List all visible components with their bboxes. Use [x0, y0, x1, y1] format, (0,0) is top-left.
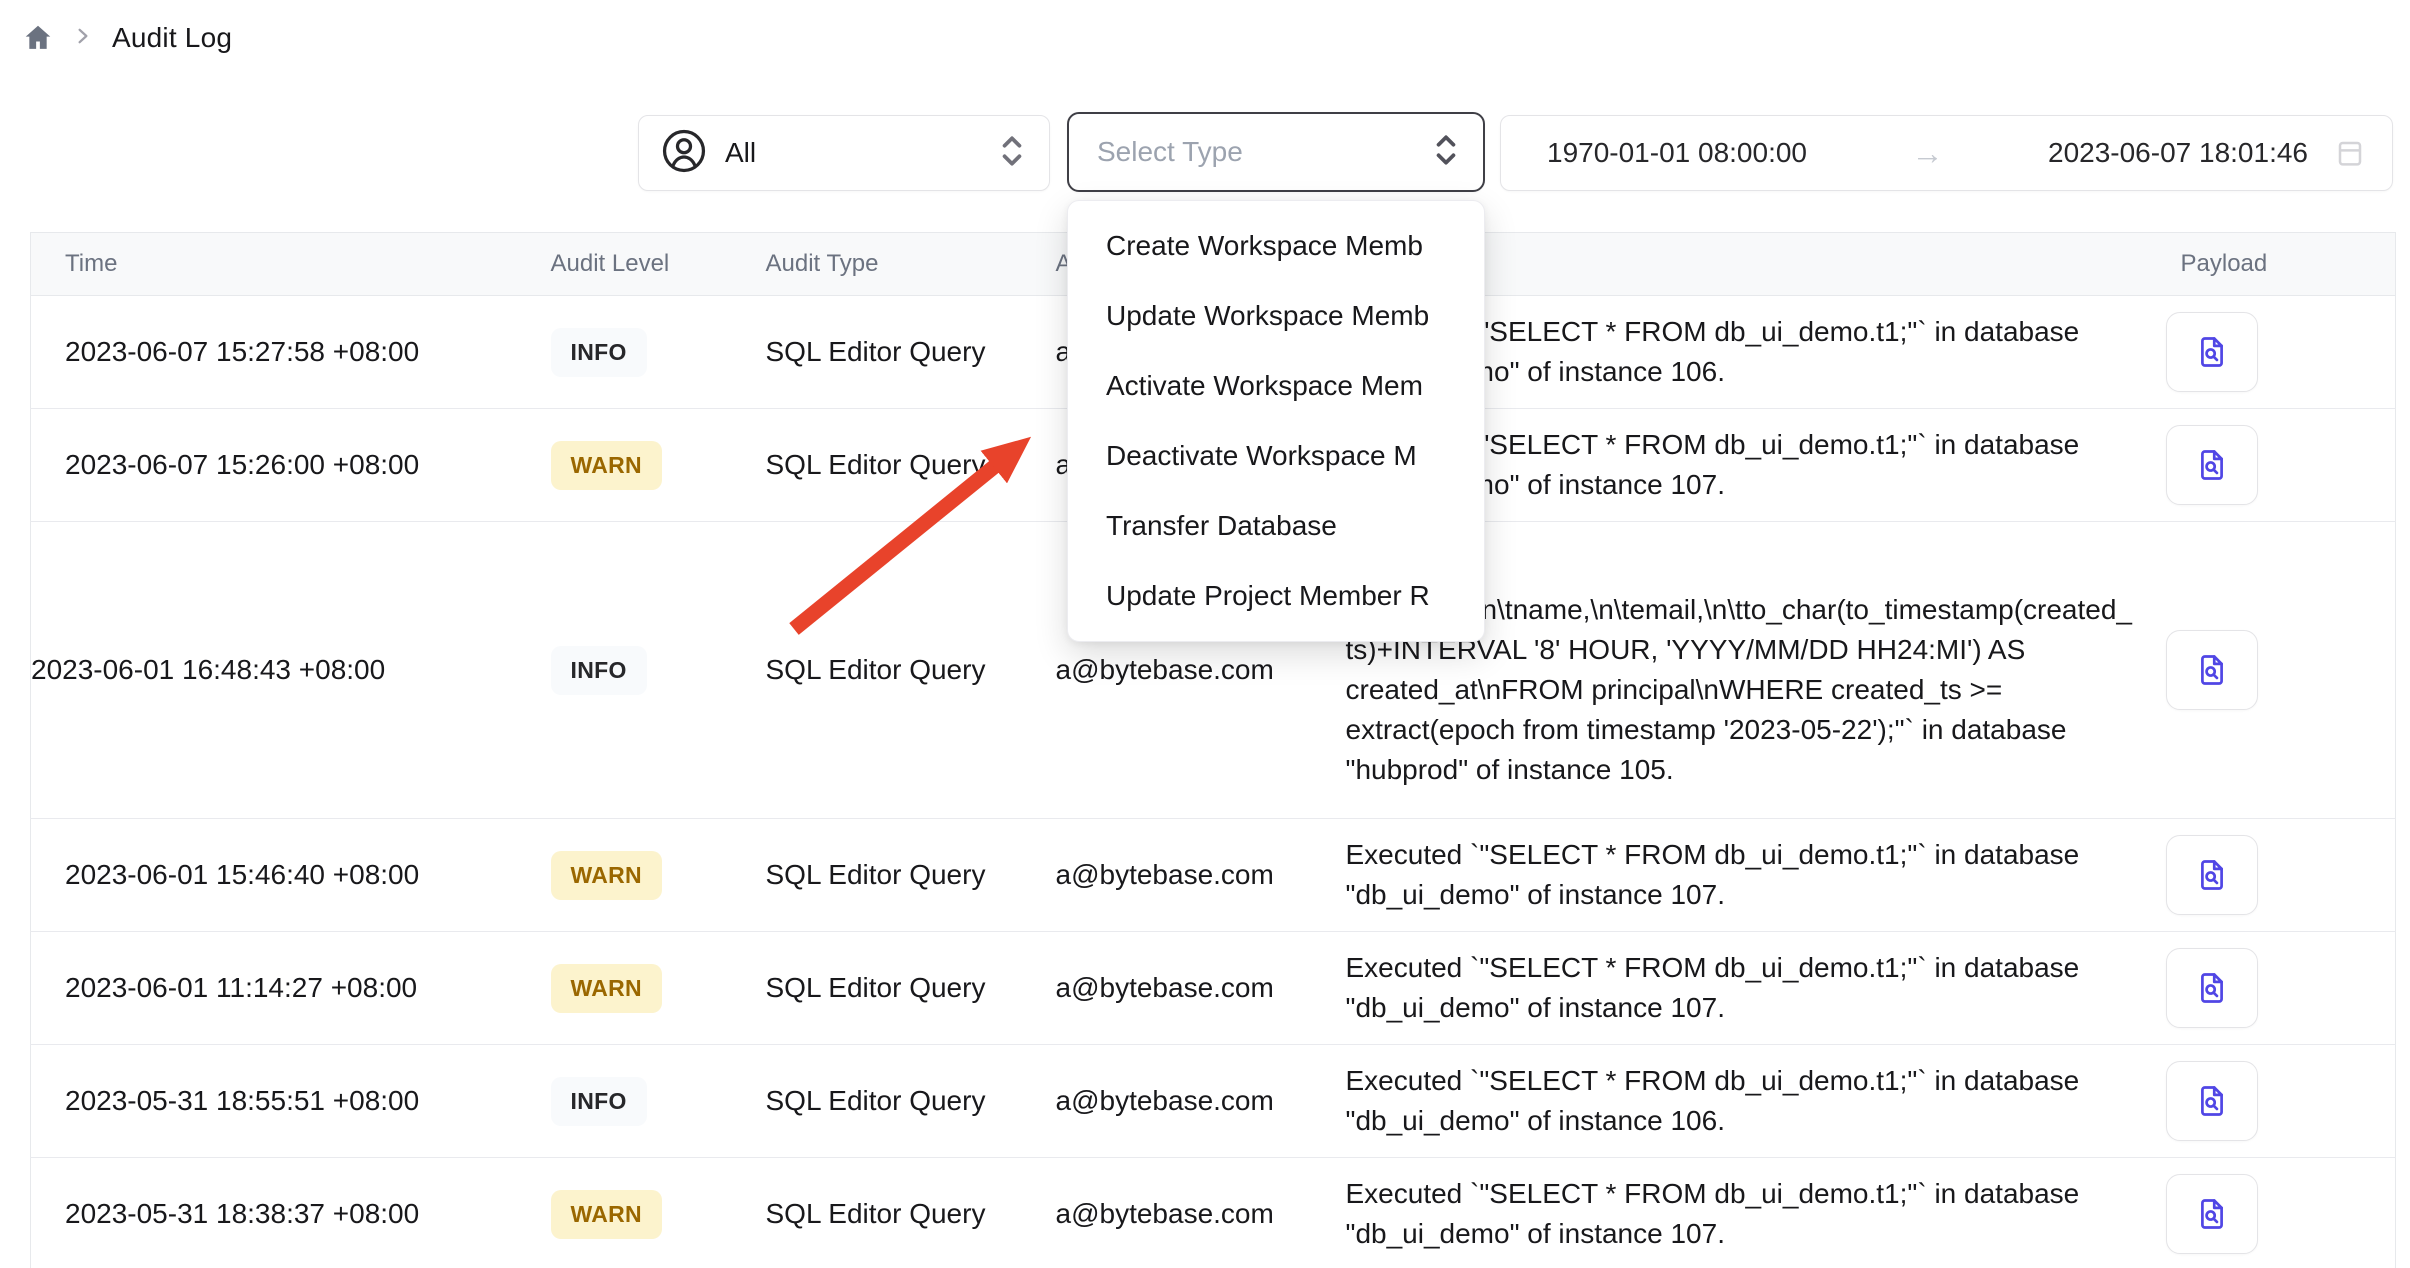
- column-header-payload: Payload: [2136, 233, 2396, 296]
- cell-audit-type: SQL Editor Query: [766, 522, 1056, 819]
- file-search-icon: [2194, 1081, 2230, 1121]
- cell-time: 2023-06-01 16:48:43 +08:00: [31, 522, 551, 819]
- audit-log-page: Audit Log All Select Type 1970-01-01 08:…: [0, 0, 2410, 1268]
- cell-time: 2023-06-07 15:26:00 +08:00: [31, 409, 551, 522]
- cell-actor: a@bytebase.com: [1056, 819, 1346, 932]
- calendar-icon[interactable]: [2334, 136, 2366, 170]
- status-badge: WARN: [551, 851, 662, 900]
- cell-time: 2023-06-01 11:14:27 +08:00: [31, 932, 551, 1045]
- cell-time: 2023-05-31 18:38:37 +08:00: [31, 1158, 551, 1268]
- cell-audit-type: SQL Editor Query: [766, 296, 1056, 409]
- status-badge: WARN: [551, 1190, 662, 1239]
- page-title: Audit Log: [112, 22, 232, 54]
- type-dropdown-menu: Create Workspace Memb Update Workspace M…: [1067, 200, 1485, 642]
- table-row: 2023-05-31 18:55:51 +08:00 INFO SQL Edit…: [31, 1045, 2396, 1158]
- view-payload-button[interactable]: [2166, 1061, 2258, 1141]
- cell-time: 2023-05-31 18:55:51 +08:00: [31, 1045, 551, 1158]
- view-payload-button[interactable]: [2166, 1174, 2258, 1254]
- menu-item-transfer-database[interactable]: Transfer Database: [1068, 491, 1484, 561]
- file-search-icon: [2194, 855, 2230, 895]
- menu-item-activate-workspace-member[interactable]: Activate Workspace Mem: [1068, 351, 1484, 421]
- arrow-right-icon: →: [1853, 135, 2002, 172]
- type-filter-placeholder: Select Type: [1097, 136, 1433, 168]
- chevron-updown-icon: [1433, 132, 1459, 173]
- status-badge: INFO: [551, 1077, 647, 1126]
- column-header-audit-type: Audit Type: [766, 233, 1056, 296]
- column-header-audit-level: Audit Level: [551, 233, 766, 296]
- date-range-picker[interactable]: 1970-01-01 08:00:00 → 2023-06-07 18:01:4…: [1500, 115, 2393, 191]
- cell-actor: a@bytebase.com: [1056, 1158, 1346, 1268]
- cell-comment: Executed `"SELECT * FROM db_ui_demo.t1;"…: [1346, 1045, 2136, 1158]
- cell-audit-type: SQL Editor Query: [766, 932, 1056, 1045]
- view-payload-button[interactable]: [2166, 948, 2258, 1028]
- menu-item-update-workspace-member[interactable]: Update Workspace Memb: [1068, 281, 1484, 351]
- date-range-start[interactable]: 1970-01-01 08:00:00: [1547, 137, 1807, 169]
- cell-time: 2023-06-01 15:46:40 +08:00: [31, 819, 551, 932]
- cell-comment: Executed `"SELECT * FROM db_ui_demo.t1;"…: [1346, 932, 2136, 1045]
- chevron-updown-icon: [999, 133, 1025, 174]
- cell-audit-type: SQL Editor Query: [766, 1045, 1056, 1158]
- actor-filter-select[interactable]: All: [638, 115, 1050, 191]
- home-icon[interactable]: [22, 22, 54, 54]
- column-header-time: Time: [31, 233, 551, 296]
- date-range-end[interactable]: 2023-06-07 18:01:46: [2048, 137, 2308, 169]
- menu-item-create-workspace-member[interactable]: Create Workspace Memb: [1068, 211, 1484, 281]
- view-payload-button[interactable]: [2166, 425, 2258, 505]
- type-filter-select[interactable]: Select Type: [1067, 112, 1485, 192]
- view-payload-button[interactable]: [2166, 312, 2258, 392]
- cell-audit-type: SQL Editor Query: [766, 819, 1056, 932]
- actor-filter-value: All: [725, 137, 999, 169]
- file-search-icon: [2194, 968, 2230, 1008]
- menu-item-update-project-member[interactable]: Update Project Member R: [1068, 561, 1484, 631]
- cell-time: 2023-06-07 15:27:58 +08:00: [31, 296, 551, 409]
- view-payload-button[interactable]: [2166, 630, 2258, 710]
- chevron-right-icon: [74, 27, 92, 50]
- cell-comment: Executed `"SELECT * FROM db_ui_demo.t1;"…: [1346, 819, 2136, 932]
- table-row: 2023-06-01 15:46:40 +08:00 WARN SQL Edit…: [31, 819, 2396, 932]
- file-search-icon: [2194, 332, 2230, 372]
- cell-actor: a@bytebase.com: [1056, 1045, 1346, 1158]
- status-badge: WARN: [551, 964, 662, 1013]
- cell-audit-type: SQL Editor Query: [766, 409, 1056, 522]
- status-badge: INFO: [551, 328, 647, 377]
- status-badge: WARN: [551, 441, 662, 490]
- cell-audit-type: SQL Editor Query: [766, 1158, 1056, 1268]
- menu-item-deactivate-workspace-member[interactable]: Deactivate Workspace M: [1068, 421, 1484, 491]
- table-row: 2023-05-31 18:38:37 +08:00 WARN SQL Edit…: [31, 1158, 2396, 1268]
- cell-comment: Executed `"SELECT * FROM db_ui_demo.t1;"…: [1346, 1158, 2136, 1268]
- user-circle-icon: [661, 128, 707, 179]
- file-search-icon: [2194, 445, 2230, 485]
- file-search-icon: [2194, 1194, 2230, 1234]
- cell-actor: a@bytebase.com: [1056, 932, 1346, 1045]
- breadcrumb: Audit Log: [22, 22, 232, 54]
- file-search-icon: [2194, 650, 2230, 690]
- status-badge: INFO: [551, 646, 647, 695]
- table-row: 2023-06-01 11:14:27 +08:00 WARN SQL Edit…: [31, 932, 2396, 1045]
- view-payload-button[interactable]: [2166, 835, 2258, 915]
